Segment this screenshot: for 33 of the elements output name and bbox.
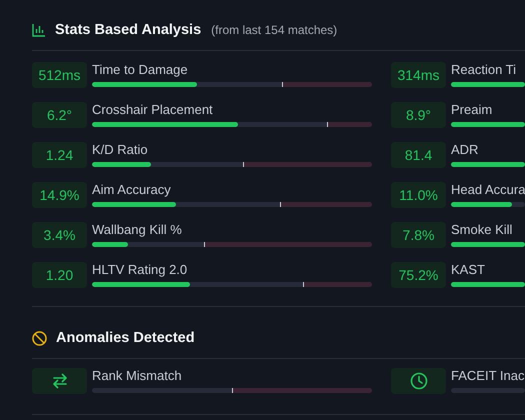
bar-chart-icon (32, 23, 46, 37)
stat-value: 75.2% (391, 262, 446, 288)
section-title: Stats Based Analysis (55, 22, 202, 38)
stat-label: Wallbang Kill % (92, 222, 183, 237)
prohibited-icon (32, 330, 47, 346)
stat-label: ADR (451, 142, 480, 157)
stat-value: 81.4 (391, 142, 446, 168)
stat-value: 3.4% (32, 222, 87, 248)
clock-icon (410, 372, 428, 390)
stat-value: 14.9% (32, 182, 87, 208)
stat-label: FACEIT Inac (451, 368, 525, 383)
stat-label: Head Accura (451, 182, 525, 197)
stat-value: 1.20 (32, 262, 87, 288)
stat-label: Smoke Kill (451, 222, 514, 237)
stat-value: 8.9° (391, 102, 446, 128)
section-title: Anomalies Detected (56, 330, 195, 346)
stat-value: 7.8% (391, 222, 446, 248)
stat-value: 11.0% (391, 182, 446, 208)
stat-label: Rank Mismatch (92, 368, 183, 383)
stat-label: KAST (451, 262, 486, 277)
stat-value: 512ms (32, 62, 87, 88)
stat-label: Crosshair Placement (92, 102, 214, 117)
section-subtitle: (from last 154 matches) (211, 23, 338, 37)
stat-label: Time to Damage (92, 62, 189, 77)
stat-label: Reaction Ti (451, 62, 518, 77)
stat-label: HLTV Rating 2.0 (92, 262, 188, 277)
swap-arrows-icon (52, 373, 68, 389)
stat-label: Aim Accuracy (92, 182, 172, 197)
stat-value: 1.24 (32, 142, 87, 168)
stat-value: 6.2° (32, 102, 87, 128)
stat-label: K/D Ratio (92, 142, 149, 157)
stat-value: 314ms (391, 62, 446, 88)
stat-label: Preaim (451, 102, 494, 117)
